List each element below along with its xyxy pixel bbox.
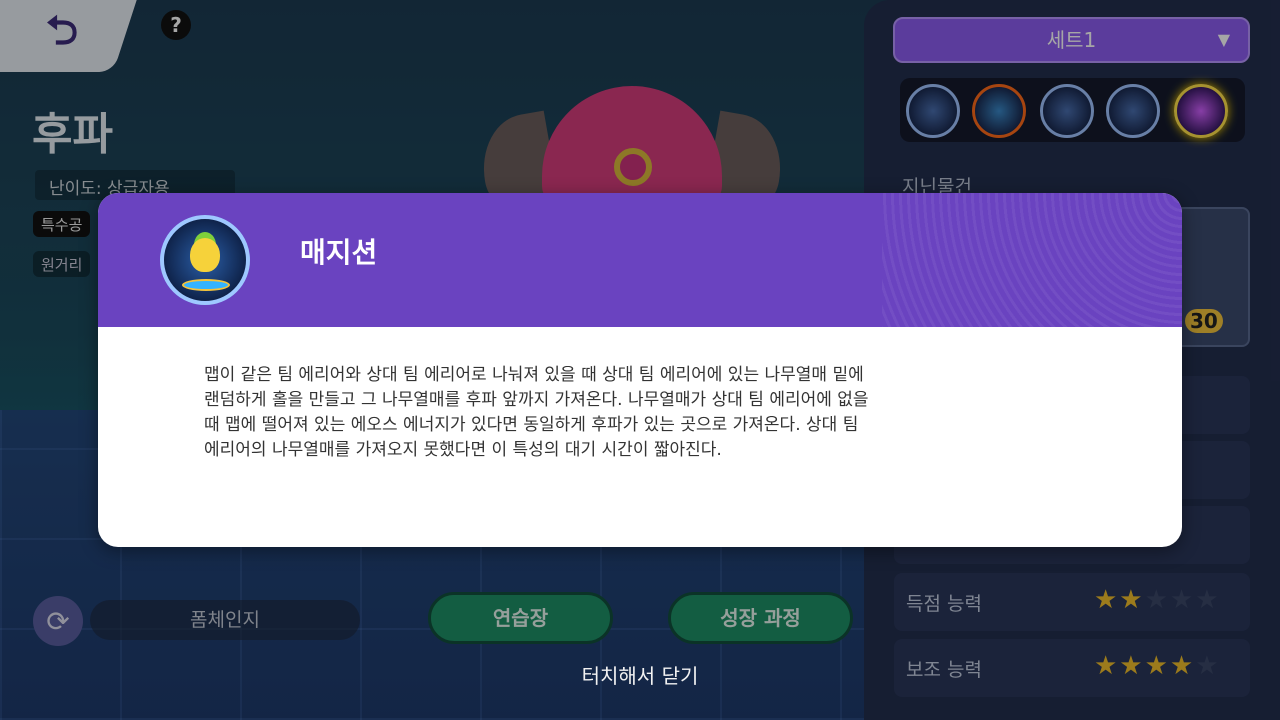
ability-modal[interactable]: 매지션 맵이 같은 팀 에리어와 상대 팀 에리어로 나눠져 있을 때 상대 팀… — [98, 193, 1182, 547]
modal-description: 맵이 같은 팀 에리어와 상대 팀 에리어로 나눠져 있을 때 상대 팀 에리어… — [204, 365, 869, 460]
magician-ability-icon — [160, 215, 250, 305]
touch-to-close-label[interactable]: 터치해서 닫기 — [0, 660, 1280, 689]
modal-header: 매지션 — [98, 193, 1182, 327]
portal-hole-icon — [182, 279, 230, 291]
berry-icon — [190, 238, 220, 272]
modal-title: 매지션 — [300, 236, 378, 269]
